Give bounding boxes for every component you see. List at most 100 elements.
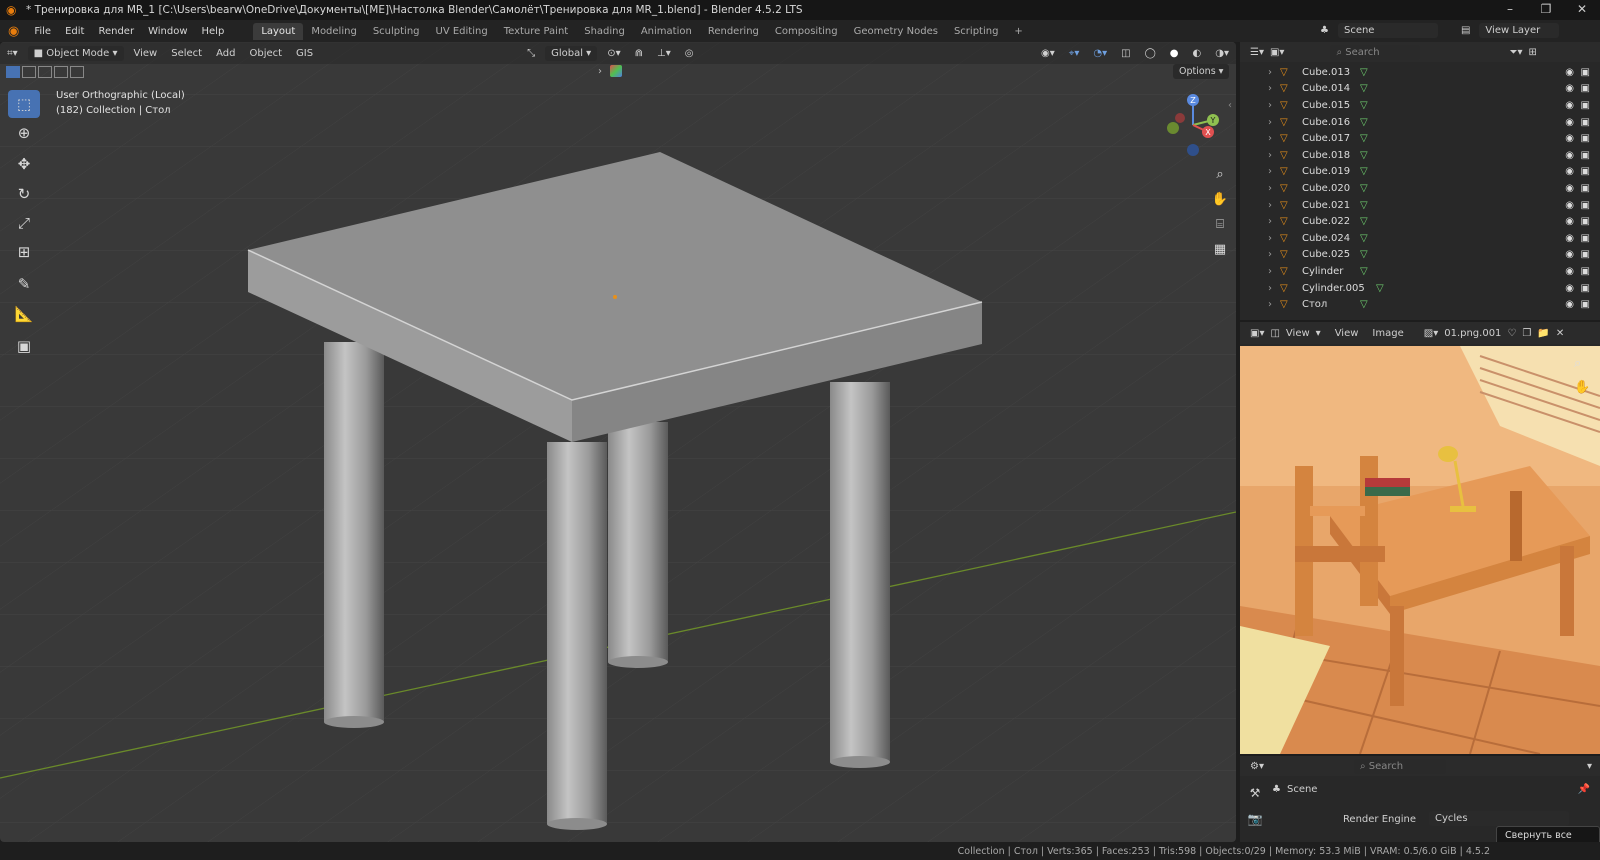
tool-tab-icon[interactable]: ⚒ (1244, 780, 1266, 806)
tab-compositing[interactable]: Compositing (767, 23, 846, 40)
outliner-item-label[interactable]: Cube.017 (1302, 133, 1360, 144)
expand-arrow-icon[interactable]: › (1240, 200, 1272, 211)
outliner-item-label[interactable]: Cube.020 (1302, 183, 1360, 194)
outliner-row[interactable]: › ▽ Cube.022 ▽ ◉ ▣ (1240, 213, 1600, 230)
camera-icon[interactable]: ▣ (1581, 283, 1590, 294)
image-menu-image[interactable]: Image (1372, 328, 1403, 339)
options-dropdown[interactable]: Options ▾ (1173, 64, 1230, 79)
outliner-row[interactable]: › ▽ Cube.014 ▽ ◉ ▣ (1240, 81, 1600, 98)
camera-icon[interactable]: ▣ (1581, 133, 1590, 144)
eye-icon[interactable]: ◉ (1565, 67, 1574, 78)
menu-view[interactable]: View (127, 46, 165, 61)
view-layer-selector[interactable]: View Layer (1479, 23, 1560, 38)
menu-help[interactable]: Help (195, 26, 232, 37)
outliner-row[interactable]: › ▽ Cube.024 ▽ ◉ ▣ (1240, 230, 1600, 247)
render-engine-select[interactable]: Cycles (1429, 811, 1569, 826)
menu-gis[interactable]: GIS (289, 46, 320, 61)
expand-header-icon[interactable]: › (598, 66, 602, 77)
camera-icon[interactable]: ▣ (1581, 216, 1590, 227)
outliner-item-label[interactable]: Cube.019 (1302, 166, 1360, 177)
rotate-tool-icon[interactable]: ↻ (8, 180, 40, 208)
tab-sculpting[interactable]: Sculpting (365, 23, 428, 40)
select-box-tool-icon[interactable]: ⬚ (8, 90, 40, 118)
new-collection-icon[interactable]: ⊞ (1528, 47, 1536, 58)
outliner-row[interactable]: › ▽ Стол ▽ ◉ ▣ (1240, 296, 1600, 313)
image-menu-view-1[interactable]: View (1286, 328, 1310, 339)
solid-shading-icon[interactable]: ● (1163, 46, 1186, 61)
expand-arrow-icon[interactable]: › (1240, 216, 1272, 227)
eye-icon[interactable]: ◉ (1565, 299, 1574, 310)
camera-icon[interactable]: ▣ (1581, 117, 1590, 128)
outliner-item-label[interactable]: Cube.025 (1302, 249, 1360, 260)
menu-window[interactable]: Window (141, 26, 194, 37)
outliner-row[interactable]: › ▽ Cube.021 ▽ ◉ ▣ (1240, 197, 1600, 214)
camera-icon[interactable]: ▣ (1581, 166, 1590, 177)
transform-tool-icon[interactable]: ⊞ (8, 238, 40, 266)
tab-geometry-nodes[interactable]: Geometry Nodes (846, 23, 946, 40)
snap-target-icon[interactable]: ⊥▾ (650, 46, 678, 61)
menu-edit[interactable]: Edit (58, 26, 91, 37)
add-workspace-button[interactable]: + (1006, 23, 1030, 40)
tab-scripting[interactable]: Scripting (946, 23, 1006, 40)
eye-icon[interactable]: ◉ (1565, 283, 1574, 294)
expand-arrow-icon[interactable]: › (1240, 83, 1272, 94)
fake-user-icon[interactable]: ♡ (1507, 328, 1516, 339)
expand-arrow-icon[interactable]: › (1240, 67, 1272, 78)
annotate-tool-icon[interactable]: ✎ (8, 270, 40, 298)
tab-modeling[interactable]: Modeling (303, 23, 365, 40)
outliner-row[interactable]: › ▽ Cube.018 ▽ ◉ ▣ (1240, 147, 1600, 164)
camera-icon[interactable]: ▣ (1581, 67, 1590, 78)
display-mode-icon[interactable]: ▣▾ (1270, 47, 1284, 58)
pivot-icon[interactable]: ⊙▾ (600, 46, 627, 61)
pin-icon[interactable]: 📌 (1578, 784, 1590, 795)
tab-shading[interactable]: Shading (576, 23, 633, 40)
unlink-image-icon[interactable]: ✕ (1556, 328, 1564, 339)
open-image-icon[interactable]: 📁 (1537, 328, 1549, 339)
outliner-item-label[interactable]: Cube.013 (1302, 67, 1360, 78)
minimize-button[interactable]: – (1492, 0, 1528, 20)
select-intersect-icon[interactable] (70, 66, 84, 78)
menu-object[interactable]: Object (242, 46, 289, 61)
expand-arrow-icon[interactable]: › (1240, 283, 1272, 294)
wireframe-shading-icon[interactable]: ◯ (1138, 46, 1163, 61)
pan-hand-icon[interactable]: ✋ (1210, 187, 1230, 212)
outliner-item-label[interactable]: Cube.015 (1302, 100, 1360, 111)
outliner-item-label[interactable]: Стол (1302, 299, 1360, 310)
outliner-item-label[interactable]: Cylinder (1302, 266, 1360, 277)
tab-rendering[interactable]: Rendering (700, 23, 767, 40)
outliner-row[interactable]: › ▽ Cube.013 ▽ ◉ ▣ (1240, 64, 1600, 81)
image-zoom-icon[interactable]: ⌕ (1574, 352, 1590, 376)
tab-texture-paint[interactable]: Texture Paint (496, 23, 577, 40)
outliner-row[interactable]: › ▽ Cube.016 ▽ ◉ ▣ (1240, 114, 1600, 131)
scale-tool-icon[interactable]: ⤢ (8, 209, 40, 237)
outliner-item-label[interactable]: Cube.014 (1302, 83, 1360, 94)
outliner-row[interactable]: › ▽ Cube.025 ▽ ◉ ▣ (1240, 247, 1600, 264)
outliner-item-label[interactable]: Cube.021 (1302, 200, 1360, 211)
expand-arrow-icon[interactable]: › (1240, 299, 1272, 310)
expand-arrow-icon[interactable]: › (1240, 133, 1272, 144)
outliner-item-label[interactable]: Cube.022 (1302, 216, 1360, 227)
close-button[interactable]: ✕ (1564, 0, 1600, 20)
camera-view-icon[interactable]: ⌸ (1210, 212, 1230, 237)
eye-icon[interactable]: ◉ (1565, 266, 1574, 277)
visibility-icon[interactable]: ◉▾ (1034, 46, 1062, 61)
eye-icon[interactable]: ◉ (1565, 216, 1574, 227)
eye-icon[interactable]: ◉ (1565, 183, 1574, 194)
camera-icon[interactable]: ▣ (1581, 249, 1590, 260)
navigation-gizmo[interactable]: Z Y X (1158, 90, 1228, 160)
tab-uv-editing[interactable]: UV Editing (428, 23, 496, 40)
outliner-item-label[interactable]: Cube.018 (1302, 150, 1360, 161)
camera-icon[interactable]: ▣ (1581, 100, 1590, 111)
eye-icon[interactable]: ◉ (1565, 133, 1574, 144)
camera-icon[interactable]: ▣ (1581, 233, 1590, 244)
properties-search-input[interactable]: ⌕ Search (1353, 758, 1446, 774)
outliner-row[interactable]: › ▽ Cylinder ▽ ◉ ▣ (1240, 263, 1600, 280)
image-pan-icon[interactable]: ✋ (1574, 376, 1590, 400)
proportional-edit-icon[interactable]: ◎ (678, 46, 701, 61)
restore-button[interactable]: ❐ (1528, 0, 1564, 20)
outliner-row[interactable]: › ▽ Cube.019 ▽ ◉ ▣ (1240, 164, 1600, 181)
grid-toggle-icon[interactable]: ▦ (1210, 237, 1230, 262)
3d-viewport[interactable]: ⌗▾ ■ Object Mode ▾ View Select Add Objec… (0, 42, 1236, 842)
camera-icon[interactable]: ▣ (1581, 150, 1590, 161)
gizmo-toggle-icon[interactable]: ⌖▾ (1062, 46, 1087, 61)
